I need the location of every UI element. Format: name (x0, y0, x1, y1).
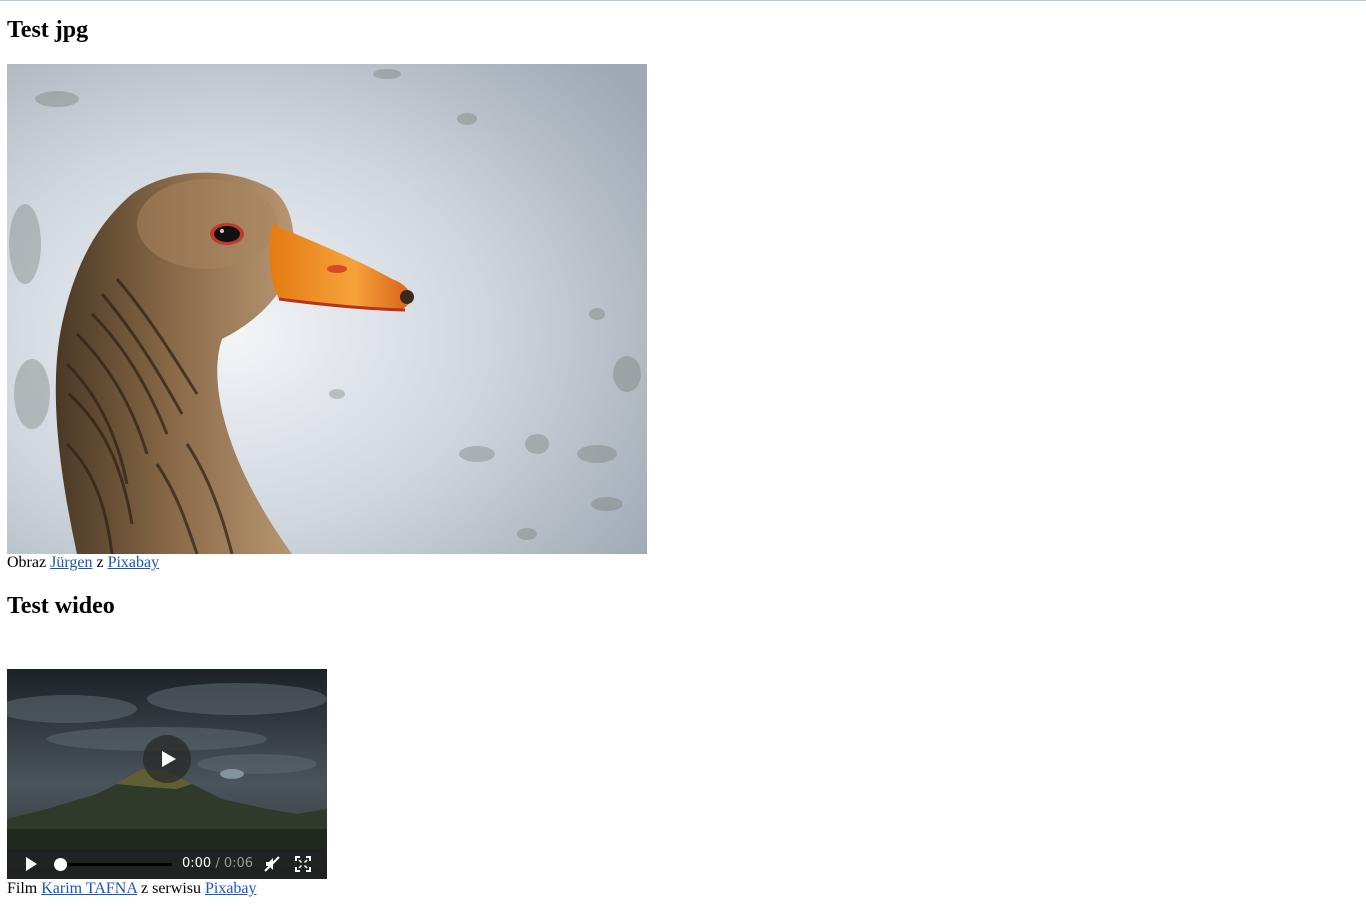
time-separator: / (211, 856, 224, 871)
progress-track[interactable] (55, 863, 172, 866)
time-display: 0:00 / 0:06 (182, 856, 253, 872)
top-border (0, 0, 1366, 1)
big-play-button[interactable] (143, 735, 191, 783)
play-icon (162, 751, 176, 767)
fullscreen-icon (295, 856, 311, 872)
progress-thumb[interactable] (54, 858, 67, 871)
image-caption-prefix: Obraz (7, 554, 51, 571)
mute-button[interactable] (264, 856, 280, 872)
video-caption-prefix: Film (7, 880, 42, 897)
video-caption-middle: z serwisu (137, 880, 205, 897)
duration: 0:06 (223, 856, 254, 871)
play-icon (26, 857, 37, 871)
heading-test-wideo: Test wideo (7, 593, 115, 619)
play-button[interactable] (23, 856, 39, 872)
muted-speaker-icon (264, 856, 280, 872)
video-author-link[interactable]: Karim TAFNA (41, 880, 137, 897)
image-caption-middle: z (92, 554, 108, 571)
fullscreen-button[interactable] (295, 856, 311, 872)
image-author-link[interactable]: Jürgen (50, 554, 92, 571)
video-source-link[interactable]: Pixabay (205, 880, 257, 897)
image-source-link[interactable]: Pixabay (108, 554, 160, 571)
video-controls: 0:00 / 0:06 (7, 849, 327, 879)
goose-photo (7, 64, 647, 554)
heading-test-jpg: Test jpg (7, 17, 89, 43)
video-caption: Film Karim TAFNA z serwisu Pixabay (7, 880, 257, 898)
current-time: 0:00 (182, 856, 212, 871)
video-player[interactable]: 0:00 / 0:06 (7, 669, 327, 879)
image-caption: Obraz Jürgen z Pixabay (7, 554, 159, 572)
